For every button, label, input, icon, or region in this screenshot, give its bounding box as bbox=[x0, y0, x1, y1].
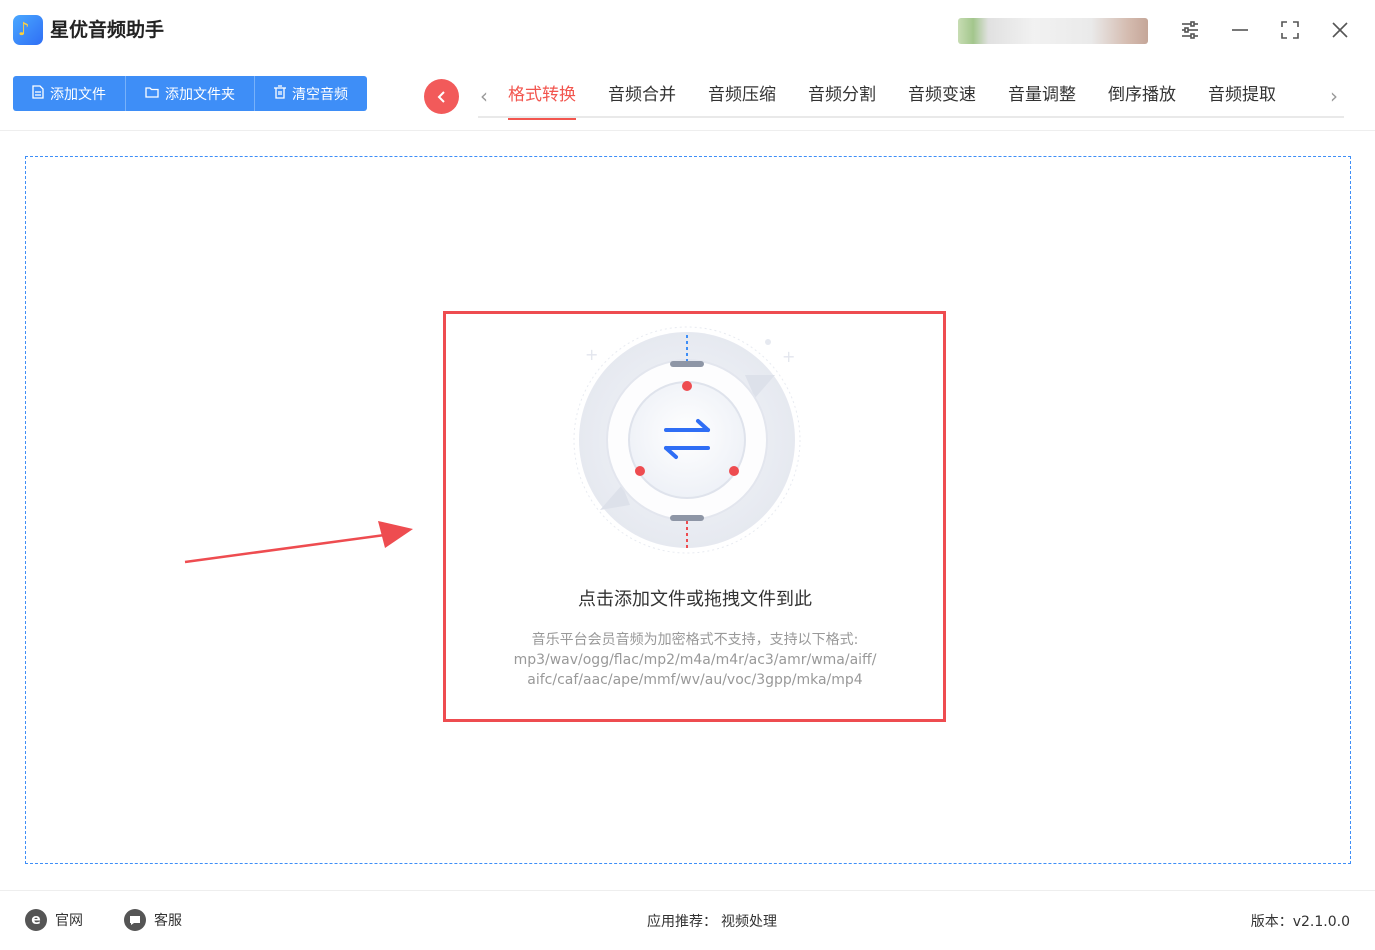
status-footer: e 官网 客服 应用推荐： 视频处理 版本：v2.1.0.0 bbox=[0, 890, 1375, 950]
title-bar: ♪ 星优音频助手 bbox=[0, 0, 1375, 60]
minimize-icon[interactable] bbox=[1224, 14, 1256, 46]
tab-4[interactable]: 音频分割 bbox=[808, 74, 876, 118]
drop-zone-title: 点击添加文件或拖拽文件到此 bbox=[578, 589, 812, 610]
website-label: 官网 bbox=[55, 913, 83, 929]
recommend-label: 应用推荐： bbox=[647, 914, 717, 930]
hint-line-3: aifc/caf/aac/ape/mmf/wv/au/voc/3gpp/mka/… bbox=[527, 672, 863, 688]
tab-7[interactable]: 倒序播放 bbox=[1108, 74, 1176, 118]
svg-text:+: + bbox=[782, 347, 795, 366]
app-title: 星优音频助手 bbox=[50, 19, 165, 41]
tabs-scroll-right-icon[interactable]: › bbox=[1330, 84, 1338, 108]
pointer-arrow-icon bbox=[184, 521, 413, 564]
app-recommendation: 应用推荐： 视频处理 bbox=[647, 911, 777, 931]
video-processing-link[interactable]: 视频处理 bbox=[721, 914, 777, 930]
tab-1[interactable]: 格式转换 bbox=[508, 74, 576, 120]
trash-icon bbox=[274, 84, 286, 103]
svg-text:+: + bbox=[585, 345, 598, 364]
supported-formats-hint: 音乐平台会员音频为加密格式不支持，支持以下格式: mp3/wav/ogg/fla… bbox=[445, 630, 945, 690]
add-file-button[interactable]: 添加文件 bbox=[13, 76, 126, 111]
hint-line-1: 音乐平台会员音频为加密格式不支持，支持以下格式: bbox=[531, 632, 859, 648]
format-convert-illustration-icon: + + bbox=[573, 326, 801, 554]
support-link[interactable]: 客服 bbox=[124, 909, 182, 931]
main-toolbar: 添加文件 添加文件夹 清空音频 bbox=[13, 76, 367, 111]
user-account-avatar[interactable] bbox=[958, 18, 1148, 44]
folder-icon bbox=[145, 86, 159, 102]
clear-audio-label: 清空音频 bbox=[292, 86, 348, 103]
tab-list: 格式转换 音频合并 音频压缩 音频分割 音频变速 音量调整 倒序播放 音频提取 bbox=[508, 74, 1276, 120]
app-logo-icon: ♪ bbox=[13, 15, 43, 45]
add-file-label: 添加文件 bbox=[50, 86, 106, 103]
tab-6[interactable]: 音量调整 bbox=[1008, 74, 1076, 118]
close-icon[interactable] bbox=[1324, 14, 1356, 46]
header-divider bbox=[0, 130, 1375, 131]
clear-audio-button[interactable]: 清空音频 bbox=[255, 76, 367, 111]
maximize-icon[interactable] bbox=[1274, 14, 1306, 46]
chat-bubble-icon bbox=[124, 909, 146, 931]
tab-2[interactable]: 音频合并 bbox=[608, 74, 676, 118]
tabs-scroll-left-icon[interactable]: ‹ bbox=[480, 84, 488, 108]
hint-line-2: mp3/wav/ogg/flac/mp2/m4a/m4r/ac3/amr/wma… bbox=[513, 652, 877, 668]
website-link[interactable]: e 官网 bbox=[25, 909, 83, 931]
file-icon bbox=[32, 84, 44, 103]
tab-3[interactable]: 音频压缩 bbox=[708, 74, 776, 118]
tab-8[interactable]: 音频提取 bbox=[1208, 74, 1276, 118]
add-folder-label: 添加文件夹 bbox=[165, 86, 235, 103]
tab-5[interactable]: 音频变速 bbox=[908, 74, 976, 118]
support-label: 客服 bbox=[154, 913, 182, 929]
feature-tabs: ‹ 格式转换 音频合并 音频压缩 音频分割 音频变速 音量调整 倒序播放 音频提取 › bbox=[478, 74, 1344, 120]
version-label: 版本：v2.1.0.0 bbox=[1250, 914, 1350, 930]
browser-e-icon: e bbox=[25, 909, 47, 931]
settings-sliders-icon[interactable] bbox=[1174, 14, 1206, 46]
add-folder-button[interactable]: 添加文件夹 bbox=[126, 76, 255, 111]
collapse-chevron-left-icon[interactable] bbox=[424, 79, 459, 114]
